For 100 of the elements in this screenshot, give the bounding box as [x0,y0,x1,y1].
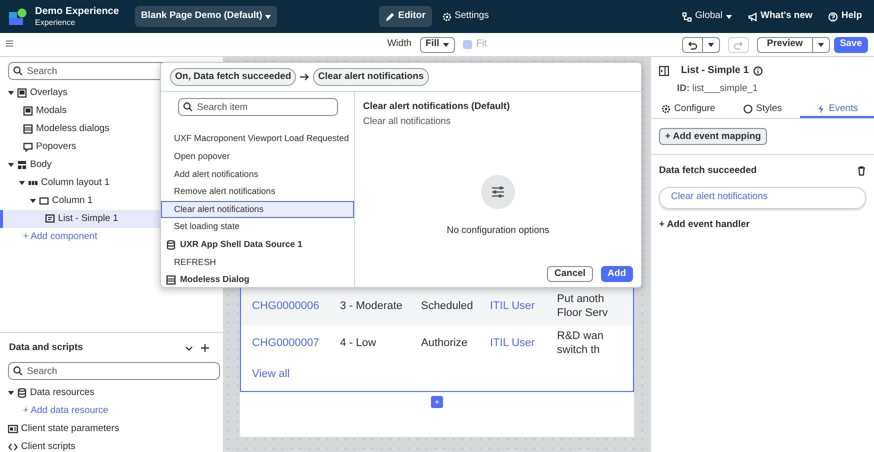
component-id: ID: list___simple_1 [676,82,759,96]
breadcrumb-chip[interactable]: Clear alert notifications [313,68,429,86]
action-item[interactable]: REFRESH [161,253,354,271]
mode-tab[interactable]: Settings [436,6,495,27]
width-select[interactable]: Fill [420,36,456,52]
caret-icon [19,180,25,186]
event-name: Data fetch succeeded [659,164,758,178]
id-card-icon [8,424,18,434]
megaphone-icon [748,12,758,22]
priority-text: 4 - Low [340,336,378,352]
tree-item[interactable]: Client state parameters [0,420,223,438]
bolt-icon [816,104,826,114]
dialog-icon [166,274,176,285]
whats-new-link[interactable]: What's new [744,7,816,26]
empty-message: No configuration options [446,224,550,238]
component-title: List - Simple 1 [681,64,749,78]
section-title: Data and scripts [9,341,84,355]
info-icon [752,66,763,76]
list-component[interactable]: CHG0000006 3 - Moderate Scheduled ITIL User Put anoth Floor Serv CHG0000007 4 - Low Authorize ITIL User R&D wan switch th View all [240,288,634,392]
columns-icon [28,178,38,188]
preview-button[interactable]: Preview [756,36,813,52]
record-link[interactable]: CHG0000007 [252,335,340,352]
database-icon [166,240,176,250]
user-link[interactable]: ITIL User [490,335,557,352]
hierarchy-icon [682,12,692,22]
state-text: Scheduled [421,299,474,314]
app-subtitle: Experience [35,18,76,26]
caret-icon [265,14,272,20]
column-icon [39,196,49,206]
search-field[interactable]: Search [8,362,220,380]
user-link[interactable]: ITIL User [490,298,557,315]
gear-icon [442,12,452,22]
scope-selector[interactable]: Global [678,7,736,26]
save-button[interactable]: Save [834,36,868,52]
add-button[interactable]: + [431,396,443,408]
caret-icon [818,42,824,48]
add-event-handler-link[interactable]: + Add event handler [659,218,750,230]
search-field[interactable]: Search item [178,98,338,116]
caret-icon [8,390,14,396]
panel-tab[interactable]: Configure [651,102,726,118]
add-event-mapping-button[interactable]: + Add event mapping [659,128,767,146]
action-description: Clear all notifications [363,114,452,128]
undo-button[interactable] [682,36,703,52]
add-link[interactable]: + Add data resource [0,402,223,420]
cancel-button[interactable]: Cancel [547,266,593,282]
action-item[interactable]: Add alert notifications [161,165,354,184]
arrow-right-icon [300,73,310,82]
width-label: Width [387,37,412,52]
preview-menu-button[interactable] [812,36,830,52]
plus-icon [201,344,209,352]
search-icon [183,102,193,112]
source-group-item[interactable]: UXR App Shell Data Source 1 [161,236,354,254]
undo-menu-button[interactable] [702,36,720,52]
tree-item[interactable]: Client scripts [0,438,223,452]
code-icon [8,442,18,452]
redo-icon [734,40,743,50]
action-item[interactable]: Remove alert notifications [161,183,354,201]
pencil-icon [385,12,396,22]
circle-icon [743,104,754,114]
mode-tab[interactable]: Editor [379,6,432,27]
breadcrumb-chip[interactable]: On, Data fetch succeeded [170,68,296,86]
description-text: Put anoth Floor Serv [557,292,609,320]
trash-icon [857,166,866,176]
layout-icon [17,160,27,170]
undo-icon [688,40,697,50]
caret-icon [708,42,714,48]
app-title: Demo Experience [35,6,119,16]
event-handler-card[interactable]: Clear alert notifications [659,186,866,208]
list-icon [45,214,55,224]
page-selector[interactable]: Blank Page Demo (Default) [134,6,278,27]
view-all-link[interactable]: View all [252,368,290,380]
help-link[interactable]: Help [824,7,866,26]
panel-tab[interactable]: Styles [725,102,800,118]
action-item[interactable]: Open popover [161,148,354,166]
speech-bubble-icon [23,142,33,152]
chevron-icon [185,344,193,352]
priority-text: 3 - Moderate [340,299,404,314]
tree-item[interactable]: Data resources [0,384,223,402]
caret-icon [30,198,36,204]
caret-icon [8,90,14,96]
action-title: Clear alert notifications (Default) [363,100,511,114]
action-item[interactable]: Clear alert notifications [161,200,354,218]
dialog-icon [23,124,33,134]
search-icon [13,366,23,376]
help-icon [828,12,838,22]
panel-toggle-icon [659,66,669,76]
caret-icon [443,42,450,48]
database-icon [17,388,27,398]
action-item[interactable]: UXF Macroponent Viewport Load Requested [161,130,354,148]
search-icon [13,66,23,76]
source-group-item[interactable]: Modeless Dialog [161,271,354,289]
record-link[interactable]: CHG0000006 [252,298,340,315]
caret-icon [726,14,732,20]
logo-icon [8,8,27,26]
panel-tab[interactable]: Events [800,102,874,118]
add-button[interactable]: Add [600,266,633,282]
menu-icon [6,40,13,48]
caret-icon [8,162,14,168]
gear-icon [661,104,672,114]
description-text: R&D wan switch th [557,330,604,358]
